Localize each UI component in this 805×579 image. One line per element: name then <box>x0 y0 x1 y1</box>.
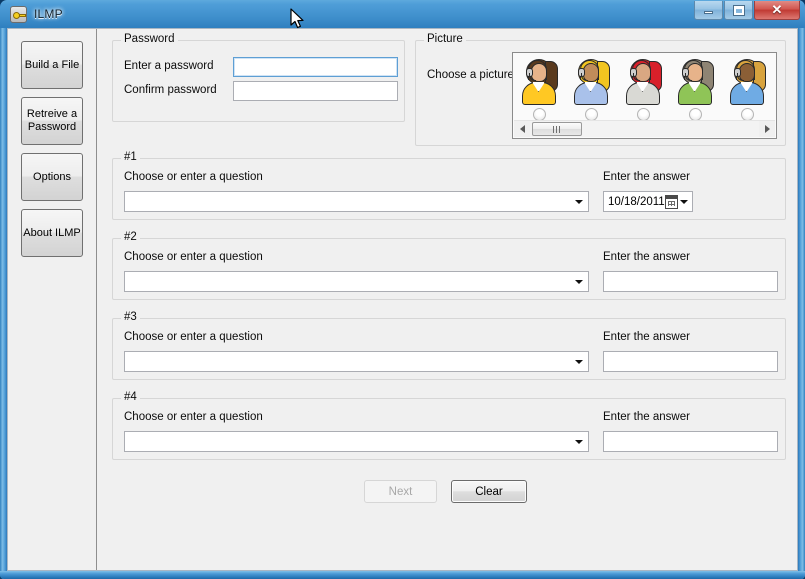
chevron-down-icon[interactable] <box>570 193 587 210</box>
confirm-password-label: Confirm password <box>124 84 217 96</box>
sidebar-item-options[interactable]: Options <box>21 153 83 201</box>
window-border-left <box>0 28 7 579</box>
chevron-down-icon[interactable] <box>570 433 587 450</box>
sidebar-item-label: About ILMP <box>23 226 81 239</box>
question-4-label: Choose or enter a question <box>124 411 263 423</box>
avatar-option-4[interactable] <box>669 55 721 129</box>
question-2-label: Choose or enter a question <box>124 251 263 263</box>
enter-password-label: Enter a password <box>124 60 214 72</box>
main-content: Password Enter a password Confirm passwo… <box>98 29 797 570</box>
question-group-2: #2 Choose or enter a question Enter the … <box>112 231 786 300</box>
avatar-3-icon <box>621 57 665 105</box>
avatar-5-icon <box>725 57 769 105</box>
sidebar-item-build-a-file[interactable]: Build a File <box>21 41 83 89</box>
minimize-button[interactable] <box>694 1 723 20</box>
question-3-combobox[interactable] <box>124 351 589 372</box>
chevron-down-icon[interactable] <box>570 353 587 370</box>
answer-2-input[interactable] <box>603 271 778 292</box>
avatar-option-5[interactable] <box>721 55 773 129</box>
scroll-right-arrow-icon[interactable] <box>759 121 775 137</box>
scrollbar-track[interactable] <box>530 121 759 137</box>
close-icon: ✕ <box>771 2 783 17</box>
window-title: ILMP <box>34 7 63 21</box>
question-group-4: #4 Choose or enter a question Enter the … <box>112 391 786 460</box>
window-controls: ✕ <box>693 1 800 20</box>
sidebar-item-label: Retreive a Password <box>26 108 78 133</box>
question-4-legend: #4 <box>121 391 140 403</box>
avatar-list <box>513 55 776 129</box>
question-1-label: Choose or enter a question <box>124 171 263 183</box>
avatar-option-1[interactable] <box>513 55 565 129</box>
sidebar-item-retrieve-a-password[interactable]: Retreive a Password <box>21 97 83 145</box>
password-group: Password Enter a password Confirm passwo… <box>112 33 405 122</box>
answer-2-label: Enter the answer <box>603 251 690 263</box>
window-border-bottom <box>0 571 805 579</box>
question-4-combobox[interactable] <box>124 431 589 452</box>
avatar-4-icon <box>673 57 717 105</box>
choose-picture-label: Choose a picture <box>427 69 514 81</box>
application-window-screenshot: ILMP ✕ Build a File Retreive a Password <box>0 0 805 579</box>
picture-chooser-panel[interactable] <box>512 52 777 139</box>
avatar-option-2[interactable] <box>565 55 617 129</box>
picture-scrollbar[interactable] <box>514 120 775 137</box>
maximize-button[interactable] <box>724 1 753 20</box>
enter-password-input[interactable] <box>233 57 398 77</box>
confirm-password-input[interactable] <box>233 81 398 101</box>
key-icon <box>10 5 27 23</box>
next-button-label: Next <box>388 485 413 498</box>
question-1-legend: #1 <box>121 151 140 163</box>
picture-group-legend: Picture <box>424 33 466 45</box>
answer-1-label: Enter the answer <box>603 171 690 183</box>
answer-3-label: Enter the answer <box>603 331 690 343</box>
window-frame: ILMP ✕ Build a File Retreive a Password <box>0 0 805 579</box>
answer-4-input[interactable] <box>603 431 778 452</box>
window-border-right <box>798 28 805 579</box>
avatar-2-icon <box>569 57 613 105</box>
close-button[interactable]: ✕ <box>754 1 800 20</box>
password-group-legend: Password <box>121 33 178 45</box>
question-2-combobox[interactable] <box>124 271 589 292</box>
answer-1-date-value: 10/18/2011 <box>608 195 665 208</box>
scroll-left-arrow-icon[interactable] <box>514 121 530 137</box>
sidebar-item-label: Build a File <box>24 58 80 71</box>
question-2-legend: #2 <box>121 231 140 243</box>
answer-3-input[interactable] <box>603 351 778 372</box>
avatar-option-3[interactable] <box>617 55 669 129</box>
scrollbar-thumb[interactable] <box>532 122 582 136</box>
next-button[interactable]: Next <box>364 480 437 503</box>
avatar-1-icon <box>517 57 561 105</box>
clear-button-label: Clear <box>475 485 503 498</box>
sidebar-item-label: Options <box>33 170 71 183</box>
title-bar[interactable]: ILMP ✕ <box>0 0 805 28</box>
picture-group: Picture Choose a picture <box>415 33 786 146</box>
question-3-label: Choose or enter a question <box>124 331 263 343</box>
clear-button[interactable]: Clear <box>451 480 527 503</box>
calendar-icon[interactable] <box>664 194 678 209</box>
sidebar: Build a File Retreive a Password Options… <box>8 29 97 570</box>
chevron-down-icon[interactable] <box>680 199 688 204</box>
question-3-legend: #3 <box>121 311 140 323</box>
question-group-1: #1 Choose or enter a question Enter the … <box>112 151 786 220</box>
answer-4-label: Enter the answer <box>603 411 690 423</box>
question-1-combobox[interactable] <box>124 191 589 212</box>
sidebar-item-about-ilmp[interactable]: About ILMP <box>21 209 83 257</box>
client-area: Build a File Retreive a Password Options… <box>7 28 798 571</box>
question-group-3: #3 Choose or enter a question Enter the … <box>112 311 786 380</box>
answer-1-date-picker[interactable]: 10/18/2011 <box>603 191 693 212</box>
chevron-down-icon[interactable] <box>570 273 587 290</box>
